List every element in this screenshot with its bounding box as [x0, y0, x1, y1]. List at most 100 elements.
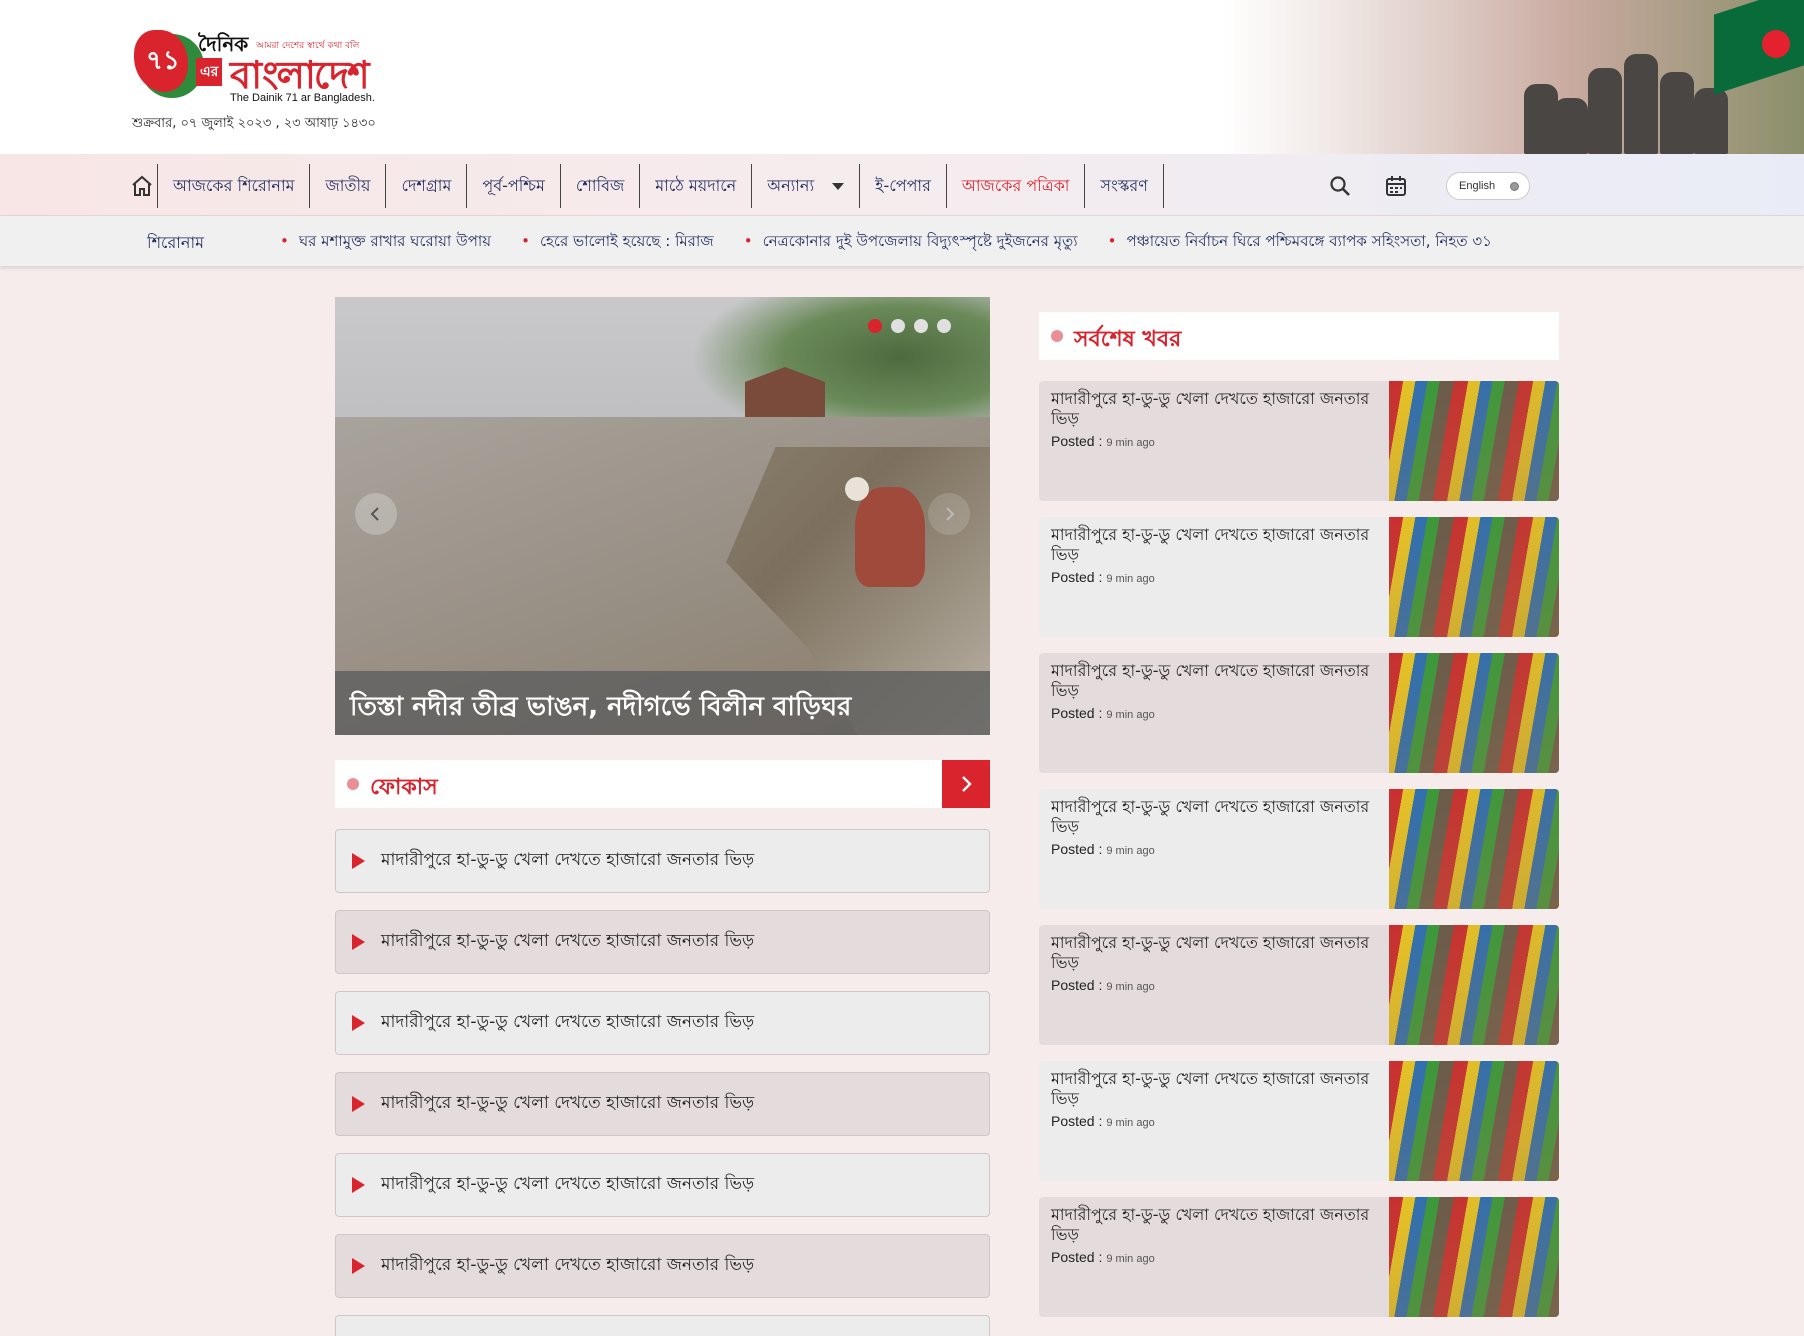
toggle-knob: [1510, 182, 1519, 191]
bangladesh-flag-icon: [1714, 0, 1804, 95]
play-triangle-icon: [352, 1096, 365, 1112]
slider-dot[interactable]: [937, 319, 951, 333]
current-date: শুক্রবার, ০৭ জুলাই ২০২৩ , ২৩ আষাঢ় ১৪৩০: [132, 116, 376, 131]
nav-item-label: আজকের পত্রিকা: [961, 175, 1070, 195]
home-icon: [131, 175, 152, 196]
ticker-item[interactable]: ঘর মশামুক্ত রাখার ঘরোয়া উপায়: [280, 230, 491, 255]
posted-label: Posted :: [1051, 841, 1103, 857]
nav-item-national[interactable]: জাতীয়: [310, 164, 387, 208]
news-card[interactable]: মাদারীপুরে হা-ডু-ডু খেলা দেখতে হাজারো জন…: [1039, 1061, 1559, 1181]
slider-dot[interactable]: [914, 319, 928, 333]
news-thumbnail[interactable]: [1389, 925, 1559, 1045]
news-title: মাদারীপুরে হা-ডু-ডু খেলা দেখতে হাজারো জন…: [1051, 525, 1370, 564]
site-logo[interactable]: ৭১ দৈনিক আমরা দেশের স্বার্থে কথা বলি এর …: [126, 30, 378, 106]
news-meta: Posted :9 min ago: [1051, 1113, 1155, 1129]
nav-item-label: আজকের শিরোনাম: [173, 175, 295, 195]
slider-dot[interactable]: [868, 319, 882, 333]
logo-english-name: The Dainik 71 ar Bangladesh.: [230, 92, 375, 104]
news-meta: Posted :9 min ago: [1051, 705, 1155, 721]
news-title: মাদারীপুরে হা-ডু-ডু খেলা দেখতে হাজারো জন…: [1051, 797, 1370, 836]
news-thumbnail[interactable]: [1389, 517, 1559, 637]
header-banner-image: [1224, 0, 1804, 154]
list-item-text: মাদারীপুরে হা-ডু-ডু খেলা দেখতে হাজারো জন…: [381, 1012, 755, 1032]
nav-item-label: শোবিজ: [575, 175, 625, 195]
list-item[interactable]: মাদারীপুরে হা-ডু-ডু খেলা দেখতে হাজারো জন…: [335, 991, 990, 1055]
chevron-right-icon: [962, 776, 972, 792]
list-item[interactable]: মাদারীপুরে হা-ডু-ডু খেলা দেখতে হাজারো জন…: [335, 910, 990, 974]
nav-item-edition[interactable]: সংস্করণ: [1085, 164, 1164, 208]
nav-item-others-dropdown[interactable]: অন্যান্য: [752, 164, 861, 208]
nav-item-sports[interactable]: মাঠে ময়দানে: [640, 164, 753, 208]
list-item-partial[interactable]: [335, 1315, 990, 1336]
news-meta: Posted :9 min ago: [1051, 1249, 1155, 1265]
news-title: মাদারীপুরে হা-ডু-ডু খেলা দেখতে হাজারো জন…: [1051, 933, 1370, 972]
home-button[interactable]: [126, 164, 158, 208]
language-toggle[interactable]: English: [1446, 172, 1530, 200]
slide-caption-text: তিস্তা নদীর তীব্র ভাঙন, নদীগর্ভে বিলীন ব…: [350, 692, 852, 722]
calendar-button[interactable]: [1376, 172, 1416, 200]
slider-next-button[interactable]: [928, 493, 970, 535]
news-title: মাদারীপুরে হা-ডু-ডু খেলা দেখতে হাজারো জন…: [1051, 661, 1370, 700]
ticker-item[interactable]: নেত্রকোনার দুই উপজেলায় বিদ্যুৎস্পৃষ্টে …: [744, 230, 1078, 255]
news-thumbnail[interactable]: [1389, 1061, 1559, 1181]
list-item[interactable]: মাদারীপুরে হা-ডু-ডু খেলা দেখতে হাজারো জন…: [335, 1153, 990, 1217]
news-card[interactable]: মাদারীপুরে হা-ডু-ডু খেলা দেখতে হাজারো জন…: [1039, 653, 1559, 773]
news-meta: Posted :9 min ago: [1051, 841, 1155, 857]
posted-time: 9 min ago: [1106, 709, 1155, 721]
posted-label: Posted :: [1051, 433, 1103, 449]
logo-number: ৭১: [146, 46, 180, 76]
focus-more-button[interactable]: [942, 760, 990, 808]
search-button[interactable]: [1320, 172, 1360, 200]
news-card[interactable]: মাদারীপুরে হা-ডু-ডু খেলা দেখতে হাজারো জন…: [1039, 381, 1559, 501]
nav-item-todays-paper[interactable]: আজকের পত্রিকা: [947, 164, 1086, 208]
raised-fists-illustration: [1524, 40, 1734, 154]
news-title: মাদারীপুরে হা-ডু-ডু খেলা দেখতে হাজারো জন…: [1051, 389, 1370, 428]
list-item-text: মাদারীপুরে হা-ডু-ডু খেলা দেখতে হাজারো জন…: [381, 1174, 755, 1194]
news-thumbnail[interactable]: [1389, 653, 1559, 773]
nav-item-label: জাতীয়: [325, 175, 371, 195]
nav-item-epaper[interactable]: ই-পেপার: [860, 164, 947, 208]
ticker-item[interactable]: পঞ্চায়েত নির্বাচন ঘিরে পশ্চিমবঙ্গে ব্যা…: [1108, 230, 1492, 255]
slider-dot[interactable]: [891, 319, 905, 333]
slider-prev-button[interactable]: [355, 493, 397, 535]
posted-label: Posted :: [1051, 705, 1103, 721]
posted-label: Posted :: [1051, 569, 1103, 585]
nav-item-label: সংস্করণ: [1100, 175, 1148, 195]
ticker-item[interactable]: হেরে ভালোই হয়েছে : মিরাজ: [521, 230, 714, 255]
breaking-news-ticker: শিরোনাম ঘর মশামুক্ত রাখার ঘরোয়া উপায় হ…: [0, 216, 1804, 266]
nav-item-label: ই-পেপার: [875, 175, 931, 195]
news-card[interactable]: মাদারীপুরে হা-ডু-ডু খেলা দেখতে হাজারো জন…: [1039, 517, 1559, 637]
nav-item-todays-headlines[interactable]: আজকের শিরোনাম: [158, 164, 311, 208]
list-item[interactable]: মাদারীপুরে হা-ডু-ডু খেলা দেখতে হাজারো জন…: [335, 1234, 990, 1298]
posted-label: Posted :: [1051, 977, 1103, 993]
news-thumbnail[interactable]: [1389, 1197, 1559, 1317]
ticker-label: শিরোনাম: [147, 233, 204, 252]
news-title: মাদারীপুরে হা-ডু-ডু খেলা দেখতে হাজারো জন…: [1051, 1205, 1370, 1244]
play-triangle-icon: [352, 853, 365, 869]
list-item-text: মাদারীপুরে হা-ডু-ডু খেলা দেখতে হাজারো জন…: [381, 1093, 755, 1113]
chevron-left-icon: [370, 507, 379, 521]
nav-item-label: অন্যান্য: [767, 175, 815, 195]
featured-slider[interactable]: তিস্তা নদীর তীব্র ভাঙন, নদীগর্ভে বিলীন ব…: [335, 297, 990, 735]
news-meta: Posted :9 min ago: [1051, 433, 1155, 449]
nav-item-country[interactable]: দেশগ্রাম: [386, 164, 468, 208]
news-thumbnail[interactable]: [1389, 789, 1559, 909]
news-card[interactable]: মাদারীপুরে হা-ডু-ডু খেলা দেখতে হাজারো জন…: [1039, 789, 1559, 909]
slide-image-person: [855, 487, 925, 587]
latest-news-header: সর্বশেষ খবর: [1039, 312, 1559, 360]
nav-item-east-west[interactable]: পূর্ব-পশ্চিম: [467, 164, 561, 208]
news-card[interactable]: মাদারীপুরে হা-ডু-ডু খেলা দেখতে হাজারো জন…: [1039, 925, 1559, 1045]
posted-label: Posted :: [1051, 1249, 1103, 1265]
site-header: ৭১ দৈনিক আমরা দেশের স্বার্থে কথা বলি এর …: [0, 0, 1804, 154]
slide-image-person-head: [845, 477, 869, 501]
nav-item-showbiz[interactable]: শোবিজ: [561, 164, 641, 208]
focus-section-header: ফোকাস: [335, 760, 990, 808]
news-thumbnail[interactable]: [1389, 381, 1559, 501]
slide-caption[interactable]: তিস্তা নদীর তীব্র ভাঙন, নদীগর্ভে বিলীন ব…: [335, 671, 990, 735]
list-item-text: মাদারীপুরে হা-ডু-ডু খেলা দেখতে হাজারো জন…: [381, 1255, 755, 1275]
list-item[interactable]: মাদারীপুরে হা-ডু-ডু খেলা দেখতে হাজারো জন…: [335, 829, 990, 893]
latest-news-list: মাদারীপুরে হা-ডু-ডু খেলা দেখতে হাজারো জন…: [1039, 381, 1559, 1333]
list-item[interactable]: মাদারীপুরে হা-ডু-ডু খেলা দেখতে হাজারো জন…: [335, 1072, 990, 1136]
news-card[interactable]: মাদারীপুরে হা-ডু-ডু খেলা দেখতে হাজারো জন…: [1039, 1197, 1559, 1317]
posted-time: 9 min ago: [1106, 573, 1155, 585]
